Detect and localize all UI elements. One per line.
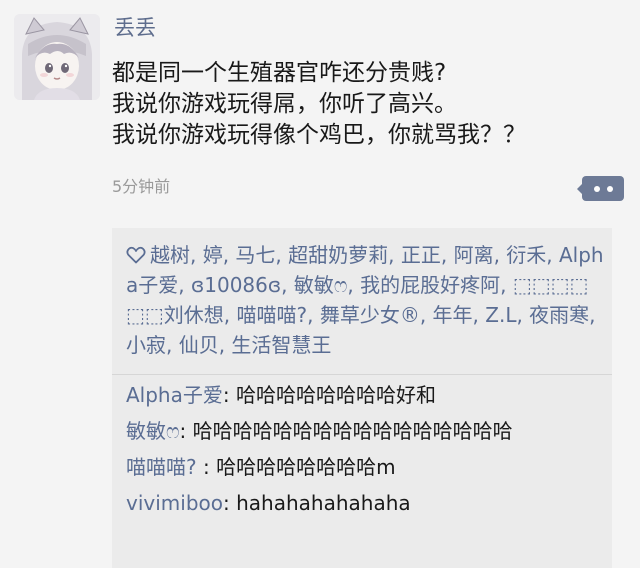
comment-item[interactable]: Alpha子爱: 哈哈哈哈哈哈哈哈好和 [126,380,606,410]
comment-author[interactable]: Alpha子爱 [126,383,223,407]
post-line: 我说你游戏玩得像个鸡巴，你就骂我？？ [112,122,526,148]
comment-separator: : [196,455,217,479]
comment-item[interactable]: vivimiboo: hahahahahahaha [126,488,606,518]
comment-separator: : [223,491,237,515]
comment-author[interactable]: vivimiboo [126,491,223,515]
comment-text: 哈哈哈哈哈哈哈哈m [216,455,396,479]
comment-item[interactable]: 敏敏ෆ: 哈哈哈哈哈哈哈哈哈哈哈哈哈哈哈哈 [126,416,606,446]
more-actions-button[interactable] [577,176,624,201]
comment-text: 哈哈哈哈哈哈哈哈好和 [235,383,436,407]
comment-separator: : [222,383,236,407]
interaction-box: 越树, 婷, 马七, 超甜奶萝莉, 正正, 阿离, 衍禾, Alpha子爱, ɞ… [112,228,612,568]
comment-author[interactable]: 喵喵喵? [126,455,197,479]
more-dots-icon [606,185,613,192]
comment-author[interactable]: 敏敏ෆ [126,419,180,443]
post-line: 我说你游戏玩得屌，你听了高兴。 [112,91,457,117]
heart-outline-icon [126,246,146,264]
comment-item[interactable]: 喵喵喵? : 哈哈哈哈哈哈哈哈m [126,452,606,482]
user-avatar[interactable] [14,14,100,100]
comment-text: 哈哈哈哈哈哈哈哈哈哈哈哈哈哈哈哈 [192,419,513,443]
comment-separator: : [179,419,193,443]
post-line: 都是同一个生殖器官咋还分贵贱? [112,60,447,86]
likes-comments-divider [112,374,612,375]
post-timestamp: 5分钟前 [112,177,171,196]
post-content: 都是同一个生殖器官咋还分贵贱? 我说你游戏玩得屌，你听了高兴。 我说你游戏玩得像… [112,58,632,151]
anime-girl-avatar-icon [14,14,100,100]
post-username[interactable]: 丢丢 [114,14,156,42]
likes-names[interactable]: 越树, 婷, 马七, 超甜奶萝莉, 正正, 阿离, 衍禾, Alpha子爱, ɞ… [126,243,604,357]
more-dots-icon [593,185,600,192]
comments-list: Alpha子爱: 哈哈哈哈哈哈哈哈好和 敏敏ෆ: 哈哈哈哈哈哈哈哈哈哈哈哈哈哈哈… [126,380,606,524]
likes-list: 越树, 婷, 马七, 超甜奶萝莉, 正正, 阿离, 衍禾, Alpha子爱, ɞ… [126,240,606,360]
comment-text: hahahahahahaha [236,491,411,515]
